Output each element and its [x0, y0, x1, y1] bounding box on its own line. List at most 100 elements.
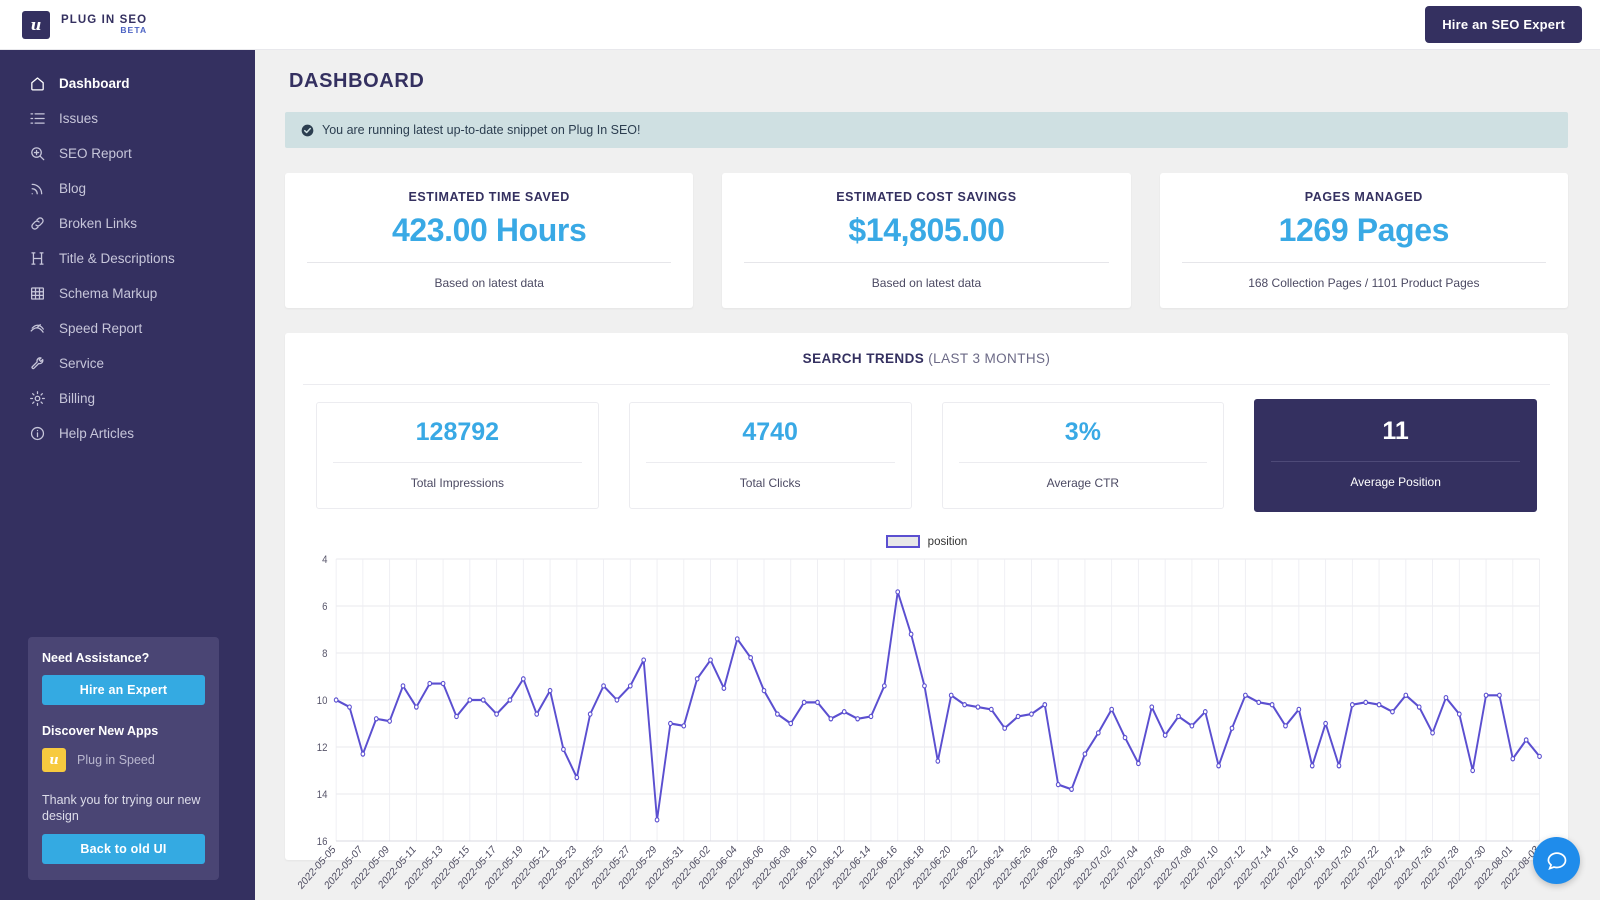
data-point[interactable] — [1416, 704, 1422, 710]
data-point[interactable] — [574, 774, 580, 781]
data-point[interactable] — [1376, 701, 1382, 708]
metric-card[interactable]: 4740 Total Clicks — [628, 402, 912, 509]
data-point[interactable] — [1122, 734, 1128, 741]
sidebar-item-blog[interactable]: Blog — [0, 171, 255, 206]
brand-logo[interactable]: u PLUG IN SEO BETA — [18, 10, 147, 39]
data-point[interactable] — [1403, 692, 1409, 698]
sidebar-item-billing[interactable]: Billing — [0, 381, 255, 416]
sidebar-item-broken-links[interactable]: Broken Links — [0, 206, 255, 241]
data-point[interactable] — [1095, 730, 1101, 736]
data-point[interactable] — [868, 713, 874, 720]
data-point[interactable] — [721, 685, 727, 691]
data-point[interactable] — [1510, 756, 1516, 762]
data-point[interactable] — [454, 713, 459, 720]
data-point[interactable] — [480, 697, 486, 703]
data-point[interactable] — [1309, 763, 1315, 769]
data-point[interactable] — [748, 654, 753, 661]
data-point[interactable] — [1015, 713, 1021, 720]
data-point[interactable] — [855, 716, 860, 722]
data-point[interactable] — [708, 657, 713, 663]
sidebar-item-title-descriptions[interactable]: Title & Descriptions — [0, 241, 255, 276]
data-point[interactable] — [400, 683, 406, 689]
data-point[interactable] — [347, 704, 352, 710]
data-point[interactable] — [1483, 692, 1489, 698]
data-point[interactable] — [1537, 753, 1542, 760]
data-point[interactable] — [1323, 720, 1328, 727]
data-point[interactable] — [1162, 732, 1168, 738]
data-point[interactable] — [494, 711, 499, 717]
sidebar-item-seo-report[interactable]: SEO Report — [0, 136, 255, 171]
sidebar-item-service[interactable]: Service — [0, 346, 255, 381]
data-point[interactable] — [668, 720, 673, 727]
data-point[interactable] — [1202, 709, 1208, 715]
data-point[interactable] — [1523, 737, 1529, 743]
data-point[interactable] — [467, 697, 473, 703]
metric-card[interactable]: 11 Average Position — [1254, 399, 1537, 512]
data-point[interactable] — [1497, 692, 1502, 698]
hire-an-expert-button[interactable]: Hire an Expert — [42, 675, 205, 705]
data-point[interactable] — [775, 711, 780, 717]
position-chart-svg[interactable]: 468101214162022-05-052022-05-072022-05-0… — [296, 531, 1550, 892]
chat-support-button[interactable] — [1533, 837, 1580, 884]
data-point[interactable] — [654, 817, 660, 823]
data-point[interactable] — [1443, 694, 1449, 701]
data-point[interactable] — [1149, 704, 1155, 710]
data-point[interactable] — [1069, 786, 1074, 792]
data-point[interactable] — [1029, 711, 1034, 717]
data-point[interactable] — [561, 746, 566, 753]
data-point[interactable] — [828, 716, 834, 722]
data-point[interactable] — [801, 699, 807, 706]
sidebar-item-dashboard[interactable]: Dashboard — [0, 66, 255, 101]
data-point[interactable] — [1243, 692, 1248, 698]
data-point[interactable] — [1216, 763, 1221, 769]
data-point[interactable] — [788, 720, 794, 727]
data-point[interactable] — [694, 676, 700, 682]
data-point[interactable] — [1176, 713, 1181, 720]
data-point[interactable] — [627, 683, 633, 689]
data-point[interactable] — [1055, 781, 1061, 788]
data-point[interactable] — [922, 683, 927, 689]
data-point[interactable] — [948, 692, 954, 698]
data-point[interactable] — [333, 697, 339, 703]
hire-seo-expert-button[interactable]: Hire an SEO Expert — [1425, 6, 1582, 43]
data-point[interactable] — [1430, 730, 1435, 736]
data-point[interactable] — [988, 706, 994, 713]
data-point[interactable] — [534, 711, 540, 717]
data-point[interactable] — [440, 680, 446, 687]
data-point[interactable] — [1296, 706, 1302, 713]
data-point[interactable] — [1136, 760, 1141, 767]
data-point[interactable] — [1082, 751, 1088, 757]
data-point[interactable] — [881, 683, 887, 689]
back-to-old-ui-button[interactable]: Back to old UI — [42, 834, 205, 864]
data-point[interactable] — [1456, 711, 1462, 717]
data-point[interactable] — [547, 687, 553, 694]
data-point[interactable] — [1256, 699, 1262, 706]
data-point[interactable] — [1336, 763, 1342, 769]
data-point[interactable] — [761, 687, 767, 694]
data-point[interactable] — [587, 711, 593, 717]
metric-card[interactable]: 128792 Total Impressions — [316, 402, 599, 509]
sidebar-item-issues[interactable]: Issues — [0, 101, 255, 136]
data-point[interactable] — [841, 709, 847, 715]
data-point[interactable] — [1269, 701, 1275, 708]
data-point[interactable] — [1042, 701, 1048, 708]
app-item-plug-in-speed[interactable]: u Plug in Speed — [42, 748, 205, 772]
data-point[interactable] — [1349, 701, 1355, 708]
data-point[interactable] — [1109, 706, 1115, 713]
data-point[interactable] — [895, 589, 901, 595]
data-point[interactable] — [1229, 725, 1235, 731]
sidebar-item-schema-markup[interactable]: Schema Markup — [0, 276, 255, 311]
data-point[interactable] — [1283, 723, 1288, 729]
data-point[interactable] — [734, 636, 740, 642]
data-point[interactable] — [360, 751, 366, 757]
sidebar-item-help-articles[interactable]: Help Articles — [0, 416, 255, 451]
data-point[interactable] — [601, 683, 606, 689]
data-point[interactable] — [1363, 699, 1369, 706]
data-point[interactable] — [614, 697, 620, 703]
data-point[interactable] — [962, 701, 967, 708]
data-point[interactable] — [1470, 767, 1476, 774]
data-point[interactable] — [427, 680, 433, 687]
data-point[interactable] — [507, 697, 513, 703]
sidebar-item-speed-report[interactable]: Speed Report — [0, 311, 255, 346]
data-point[interactable] — [975, 704, 981, 710]
